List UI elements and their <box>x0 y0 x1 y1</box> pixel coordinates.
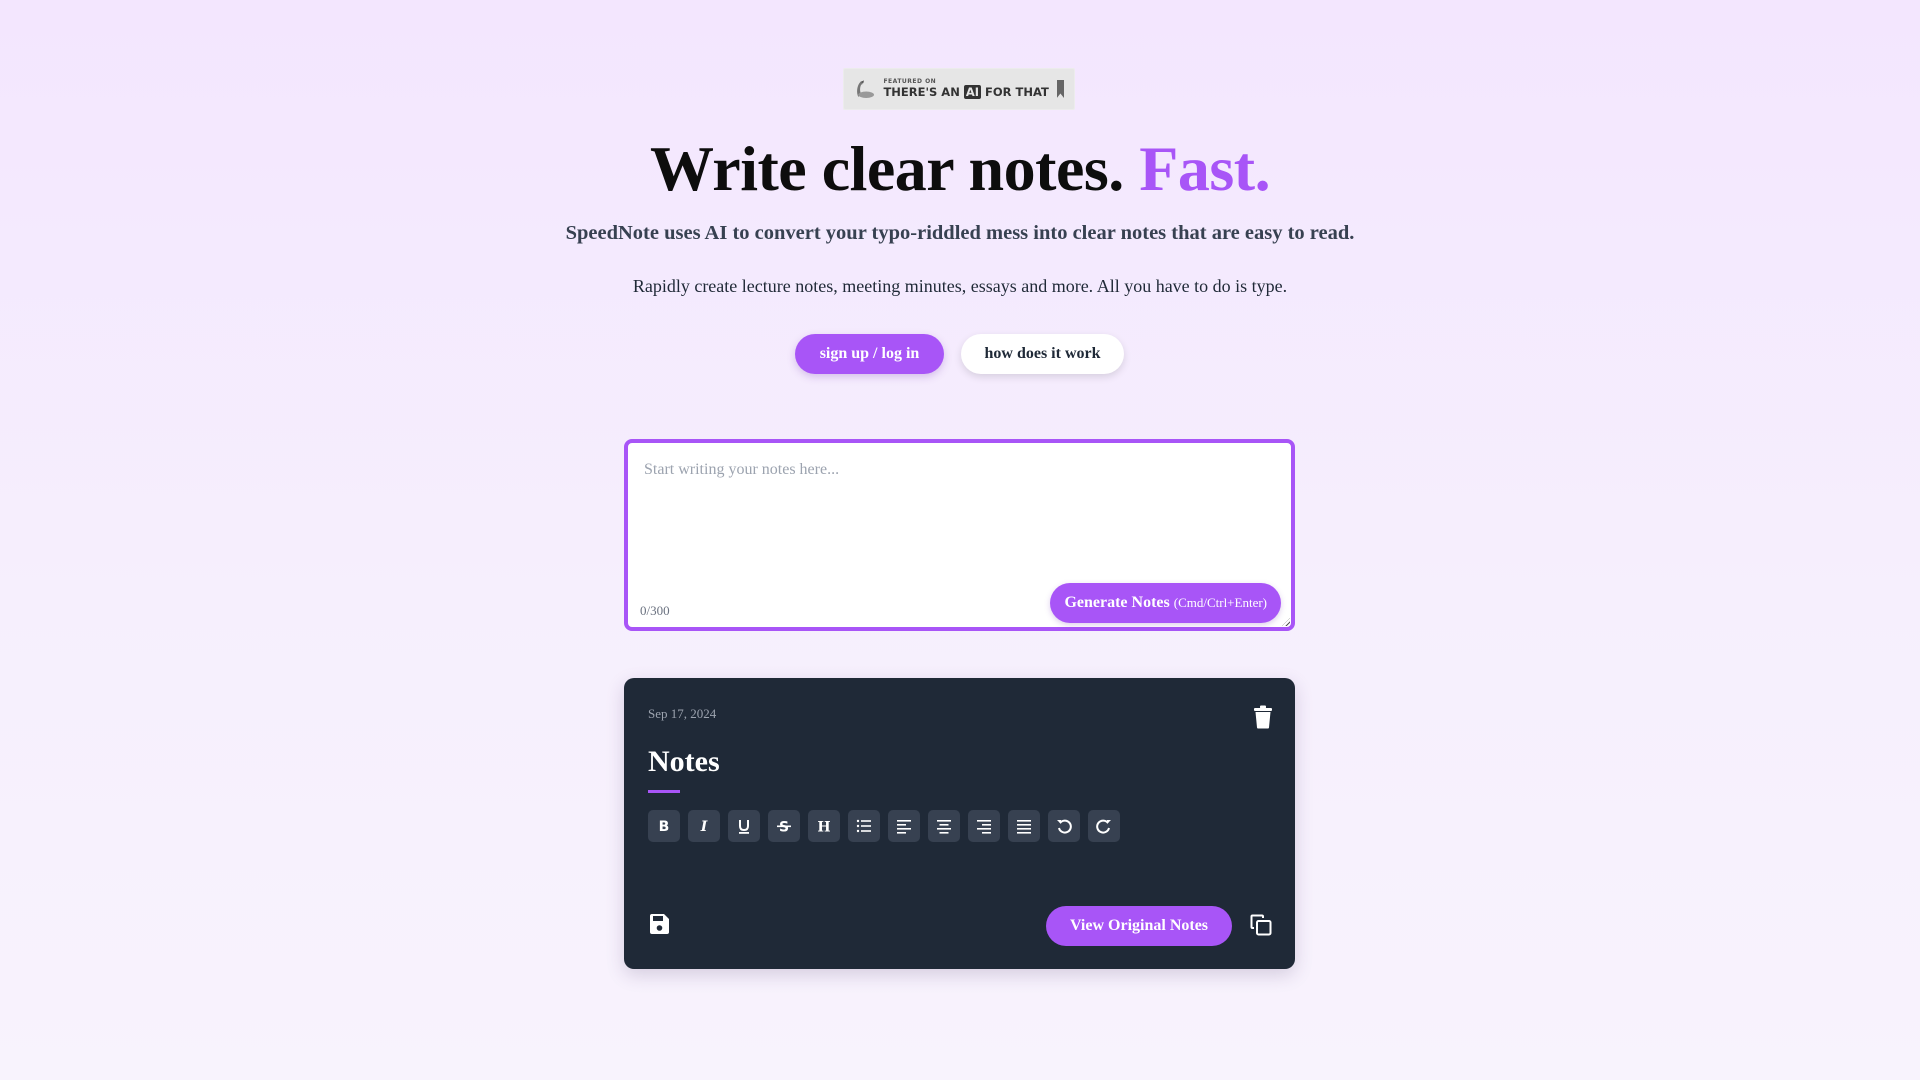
align-right-icon <box>977 820 991 834</box>
trash-icon[interactable] <box>1253 705 1273 729</box>
badge-main-text: THERE'S AN AI FOR THAT <box>883 85 1049 100</box>
note-title: Notes <box>648 745 720 778</box>
save-icon[interactable] <box>648 913 670 935</box>
page-subtitle: SpeedNote uses AI to convert your typo-r… <box>565 222 1355 244</box>
heading-button[interactable]: H <box>808 810 840 842</box>
generate-notes-button[interactable]: Generate Notes (Cmd/Ctrl+Enter) <box>1050 583 1281 623</box>
align-center-button[interactable] <box>928 810 960 842</box>
align-left-icon <box>897 820 911 834</box>
strikethrough-button[interactable]: S <box>768 810 800 842</box>
svg-text:I: I <box>700 819 708 834</box>
redo-icon <box>1096 819 1111 834</box>
undo-icon <box>1057 819 1072 834</box>
align-justify-button[interactable] <box>1008 810 1040 842</box>
italic-button[interactable]: I <box>688 810 720 842</box>
align-justify-icon <box>1017 820 1031 834</box>
page-headline: Write clear notes. Fast. <box>649 133 1271 204</box>
note-card: Sep 17, 2024 Notes B I S H View Original… <box>624 678 1295 969</box>
svg-text:B: B <box>659 819 670 834</box>
bold-button[interactable]: B <box>648 810 680 842</box>
strikethrough-icon: S <box>777 820 791 834</box>
view-original-notes-button[interactable]: View Original Notes <box>1046 906 1232 946</box>
align-center-icon <box>937 820 951 834</box>
page-description: Rapidly create lecture notes, meeting mi… <box>632 276 1288 296</box>
title-underline <box>648 790 680 793</box>
featured-badge[interactable]: FEATURED ON THERE'S AN AI FOR THAT <box>843 68 1075 110</box>
svg-text:H: H <box>817 820 830 835</box>
copy-icon[interactable] <box>1250 914 1272 936</box>
note-date: Sep 17, 2024 <box>648 706 717 721</box>
underline-icon <box>739 820 749 834</box>
italic-icon: I <box>700 819 708 834</box>
undo-button[interactable] <box>1048 810 1080 842</box>
redo-button[interactable] <box>1088 810 1120 842</box>
formatting-toolbar: B I S H <box>648 810 1120 842</box>
character-counter: 0/300 <box>640 603 670 618</box>
align-right-button[interactable] <box>968 810 1000 842</box>
bookmark-icon <box>1056 80 1064 98</box>
bold-icon: B <box>659 819 670 834</box>
heading-icon: H <box>817 820 830 835</box>
bullet-list-button[interactable] <box>848 810 880 842</box>
list-icon <box>856 819 871 833</box>
align-left-button[interactable] <box>888 810 920 842</box>
how-does-it-work-button[interactable]: how does it work <box>961 334 1124 374</box>
notes-input-container: 0/300 Generate Notes (Cmd/Ctrl+Enter) <box>624 439 1295 631</box>
sign-up-login-button[interactable]: sign up / log in <box>795 334 944 374</box>
underline-button[interactable] <box>728 810 760 842</box>
headline-accent: Fast. <box>1139 133 1271 204</box>
featured-logo-icon <box>857 80 875 98</box>
